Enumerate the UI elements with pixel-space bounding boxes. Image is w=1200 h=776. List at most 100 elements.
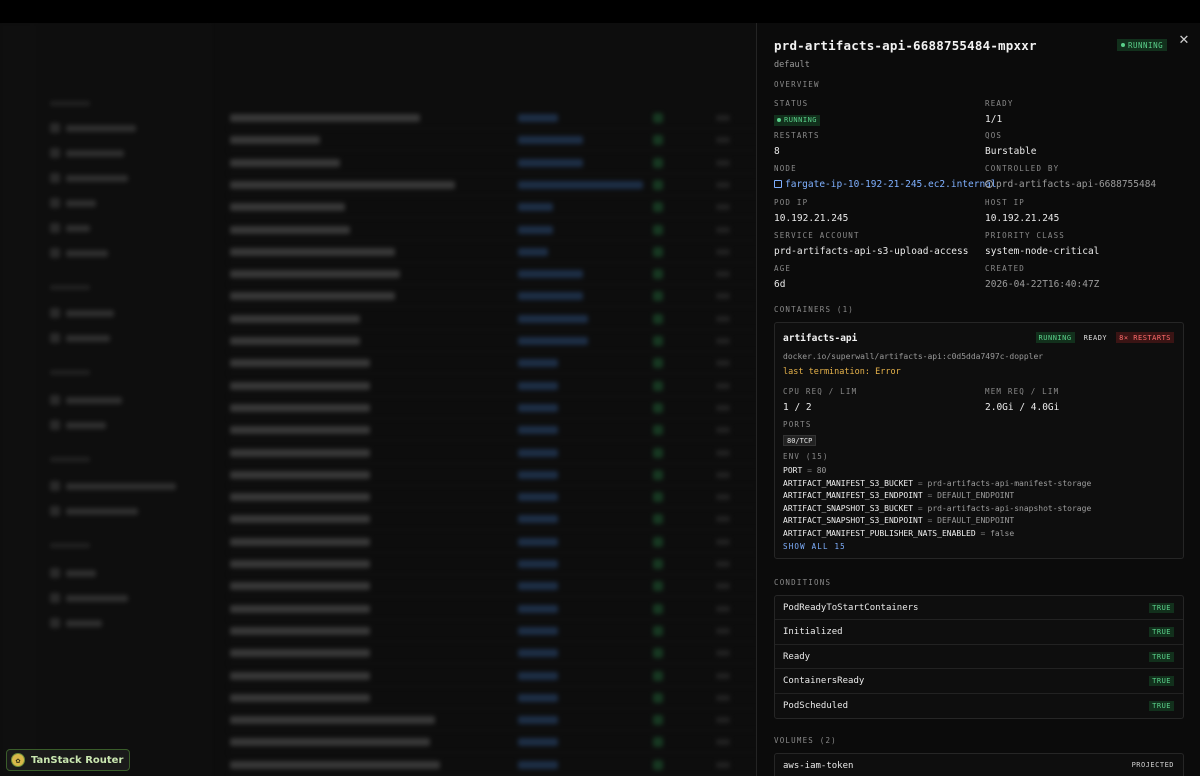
background-blur-layer xyxy=(0,23,756,776)
background-cell xyxy=(230,426,370,435)
background-sidebar-item xyxy=(50,148,124,158)
background-cell xyxy=(716,315,730,322)
background-cell xyxy=(230,292,395,301)
show-all-env-button[interactable]: SHOW ALL 15 xyxy=(783,542,846,551)
status-badge: RUNNING xyxy=(774,114,821,126)
field-restarts-label: RESTARTS xyxy=(774,131,820,140)
background-status-icon xyxy=(653,402,663,413)
background-cell xyxy=(518,314,588,323)
container-badges: RUNNING READY 8× RESTARTS xyxy=(1035,332,1174,343)
field-service-account: SERVICE ACCOUNT prd-artifacts-api-s3-upl… xyxy=(774,231,968,257)
background-cell xyxy=(230,760,440,769)
condition-row: PodScheduled TRUE xyxy=(775,694,1183,718)
background-table xyxy=(210,23,756,776)
background-cell xyxy=(230,448,370,457)
background-cell xyxy=(716,694,730,701)
env-key: PORT xyxy=(783,466,803,475)
field-priority-class-label: PRIORITY CLASS xyxy=(985,231,1066,240)
field-priority-class: PRIORITY CLASS system-node-critical xyxy=(985,231,1099,257)
background-sidebar-item-text xyxy=(66,594,128,602)
background-table-row xyxy=(228,665,756,687)
background-sidebar-item-text xyxy=(66,334,110,342)
tanstack-router-badge[interactable]: ✿ TanStack Router xyxy=(6,749,131,771)
controller-link[interactable]: prd-artifacts-api-6688755484 xyxy=(985,179,1156,190)
background-cell xyxy=(716,159,730,166)
close-button[interactable]: ✕ xyxy=(1176,33,1192,49)
condition-status-badge: TRUE xyxy=(1149,603,1174,613)
background-cell xyxy=(716,605,730,612)
background-table-row xyxy=(228,241,756,263)
field-service-account-label: SERVICE ACCOUNT xyxy=(774,231,860,240)
background-status-icon xyxy=(653,559,663,569)
env-row: ARTIFACT_MANIFEST_S3_BUCKET = prd-artifa… xyxy=(783,478,1091,491)
background-sidebar-item-text xyxy=(66,421,106,429)
background-table-row xyxy=(228,352,756,375)
background-cell xyxy=(230,337,360,345)
background-cell xyxy=(230,470,370,479)
env-equals: = xyxy=(975,528,991,538)
volume-name: aws-iam-token xyxy=(783,761,854,771)
background-sidebar-item-text xyxy=(66,569,96,577)
background-status-icon xyxy=(653,425,663,436)
condition-row: PodReadyToStartContainers TRUE xyxy=(775,596,1183,621)
background-cell xyxy=(716,181,730,188)
field-restarts: RESTARTS 8 xyxy=(774,131,820,157)
node-link-text: fargate-ip-10-192-21-245.ec2.internal xyxy=(785,179,997,190)
background-table-row xyxy=(228,196,756,219)
background-cell xyxy=(518,158,583,167)
background-sidebar-item-icon xyxy=(50,123,60,133)
field-ready-label: READY xyxy=(985,99,1014,108)
background-sidebar-item-icon xyxy=(50,198,60,208)
background-cell xyxy=(518,359,558,368)
background-sidebar-item-text xyxy=(66,174,128,182)
background-cell xyxy=(230,381,370,390)
background-cell xyxy=(716,717,730,724)
background-cell xyxy=(518,515,558,524)
background-cell xyxy=(230,403,370,412)
background-cell xyxy=(230,359,370,368)
background-table-row xyxy=(228,687,756,709)
background-sidebar-item xyxy=(50,395,122,405)
background-cell xyxy=(230,314,360,323)
background-sidebar-item xyxy=(50,481,176,491)
last-termination: last termination: Error xyxy=(783,367,901,377)
node-link[interactable]: fargate-ip-10-192-21-245.ec2.internal xyxy=(774,179,997,190)
env-equals: = xyxy=(922,516,938,526)
containers-section-label: CONTAINERS (1) xyxy=(774,305,855,314)
background-cell xyxy=(716,494,730,501)
background-table-row xyxy=(228,308,756,330)
background-cell xyxy=(518,270,583,279)
background-cell xyxy=(518,180,643,189)
background-table-row xyxy=(228,575,756,598)
env-value: 80 xyxy=(816,466,827,475)
background-sidebar-item xyxy=(50,618,102,628)
background-status-icon xyxy=(653,202,663,213)
background-table-row xyxy=(228,642,756,665)
background-cell xyxy=(716,404,730,411)
background-status-icon xyxy=(653,492,663,503)
background-sidebar-item-icon xyxy=(50,148,60,158)
volume-item: aws-iam-token PROJECTED xyxy=(774,753,1184,776)
controller-link-text: prd-artifacts-api-6688755484 xyxy=(996,179,1157,190)
tanstack-logo-icon: ✿ xyxy=(11,753,25,767)
background-status-icon xyxy=(653,648,663,659)
panel-header: prd-artifacts-api-6688755484-mpxxr defau… xyxy=(774,38,1037,70)
conditions-section-label: CONDITIONS xyxy=(774,578,832,587)
background-cell xyxy=(716,226,730,233)
field-host-ip-label: HOST IP xyxy=(985,198,1026,207)
background-status-icon xyxy=(653,536,663,547)
background-sidebar-item-icon xyxy=(50,420,60,430)
background-cell xyxy=(518,426,558,435)
background-table-row xyxy=(228,152,756,174)
field-env: ENV (15) xyxy=(783,452,829,461)
background-status-icon xyxy=(653,670,663,681)
background-cell xyxy=(230,560,370,568)
background-sidebar-item xyxy=(50,308,114,318)
background-sidebar-item-text xyxy=(66,149,124,157)
background-cell xyxy=(518,203,553,212)
background-cell xyxy=(716,739,730,746)
condition-status-badge: TRUE xyxy=(1149,700,1174,711)
background-cell xyxy=(230,716,435,725)
background-cell xyxy=(518,247,548,256)
background-status-icon xyxy=(653,113,663,123)
